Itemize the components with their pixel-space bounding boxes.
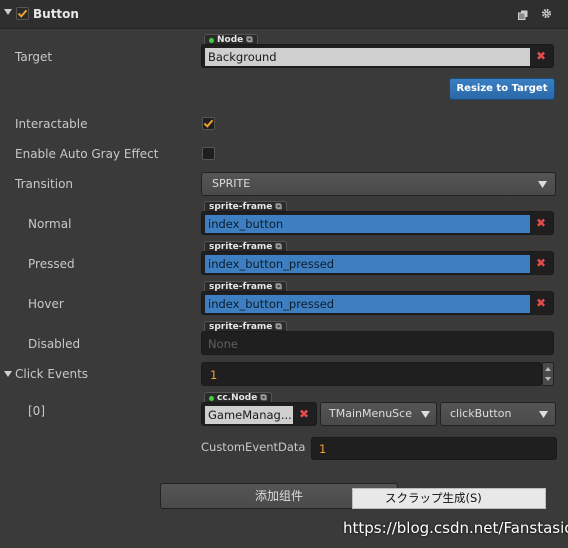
click-event-index-label: [0] xyxy=(28,404,45,418)
event-handler-value: clickButton xyxy=(450,407,512,420)
custom-event-data-label: CustomEventData xyxy=(201,440,306,454)
event-target-value: GameManag... xyxy=(205,406,293,424)
remove-icon[interactable]: ✖ xyxy=(534,49,548,63)
node-dot-icon xyxy=(209,37,214,43)
state-pressed-label: Pressed xyxy=(28,257,75,271)
custom-event-data-value: 1 xyxy=(319,442,327,456)
custom-event-data-input[interactable]: 1 xyxy=(311,437,557,460)
auto-gray-checkbox[interactable] xyxy=(202,147,215,160)
remove-icon[interactable]: ✖ xyxy=(534,256,548,270)
hover-sprite-value: index_button_pressed xyxy=(205,295,530,313)
context-menu-item[interactable]: スクラップ生成(S) xyxy=(352,488,546,509)
state-hover-label: Hover xyxy=(28,297,64,311)
interactable-checkbox[interactable] xyxy=(202,117,215,130)
transition-select[interactable]: SPRITE xyxy=(201,172,556,196)
gear-icon[interactable] xyxy=(541,8,552,19)
node-dot-icon xyxy=(209,395,214,401)
component-title: Button xyxy=(33,7,79,21)
target-label: Target xyxy=(15,50,53,64)
target-field-box: Background ✖ xyxy=(201,44,554,68)
collapse-arrow-icon[interactable] xyxy=(4,9,12,15)
event-target-field[interactable]: cc.Node ⧉ GameManag... ✖ xyxy=(201,392,317,426)
state-normal-label: Normal xyxy=(28,217,72,231)
normal-sprite-box: index_button ✖ xyxy=(201,211,554,235)
auto-gray-label: Enable Auto Gray Effect xyxy=(15,147,159,161)
click-events-arrow-icon[interactable] xyxy=(4,371,12,377)
resize-to-target-button[interactable]: Resize to Target xyxy=(449,78,555,100)
state-disabled-label: Disabled xyxy=(28,337,81,351)
click-events-label: Click Events xyxy=(15,367,89,381)
normal-sprite-value: index_button xyxy=(205,215,530,233)
copy-icon[interactable] xyxy=(518,9,528,20)
pressed-sprite-box: index_button_pressed ✖ xyxy=(201,251,554,275)
remove-icon[interactable]: ✖ xyxy=(297,407,311,421)
transition-value: SPRITE xyxy=(212,177,251,190)
click-events-count-input[interactable]: 1 xyxy=(201,362,542,386)
interactable-label: Interactable xyxy=(15,117,88,131)
disabled-sprite-field[interactable]: sprite-frame ⧉ None xyxy=(201,321,554,355)
pressed-sprite-value: index_button_pressed xyxy=(205,255,530,273)
component-header xyxy=(0,0,568,29)
hover-sprite-field[interactable]: sprite-frame ⧉ index_button_pressed ✖ xyxy=(201,281,554,315)
transition-label: Transition xyxy=(15,177,74,191)
chevron-down-icon xyxy=(538,173,547,195)
watermark-text: https://blog.csdn.net/Fanstasic xyxy=(343,519,568,537)
chevron-down-icon xyxy=(421,403,430,425)
disabled-sprite-value: None xyxy=(208,337,239,351)
hover-sprite-box: index_button_pressed ✖ xyxy=(201,291,554,315)
target-value: Background xyxy=(205,48,530,66)
event-component-value: TMainMenuSce xyxy=(329,407,412,420)
event-target-box: GameManag... ✖ xyxy=(201,402,317,426)
component-enabled-checkbox[interactable] xyxy=(16,7,29,20)
click-events-count-value: 1 xyxy=(210,368,218,382)
event-component-select[interactable]: TMainMenuSce xyxy=(320,402,437,426)
remove-icon[interactable]: ✖ xyxy=(534,296,548,310)
chevron-down-icon xyxy=(539,403,548,425)
remove-icon[interactable]: ✖ xyxy=(534,216,548,230)
target-field[interactable]: Node ⧉ Background ✖ xyxy=(201,34,554,68)
pressed-sprite-field[interactable]: sprite-frame ⧉ index_button_pressed ✖ xyxy=(201,241,554,275)
count-stepper[interactable] xyxy=(542,362,554,386)
event-handler-select[interactable]: clickButton xyxy=(440,402,556,426)
disabled-sprite-box: None xyxy=(201,331,554,355)
normal-sprite-field[interactable]: sprite-frame ⧉ index_button ✖ xyxy=(201,201,554,235)
